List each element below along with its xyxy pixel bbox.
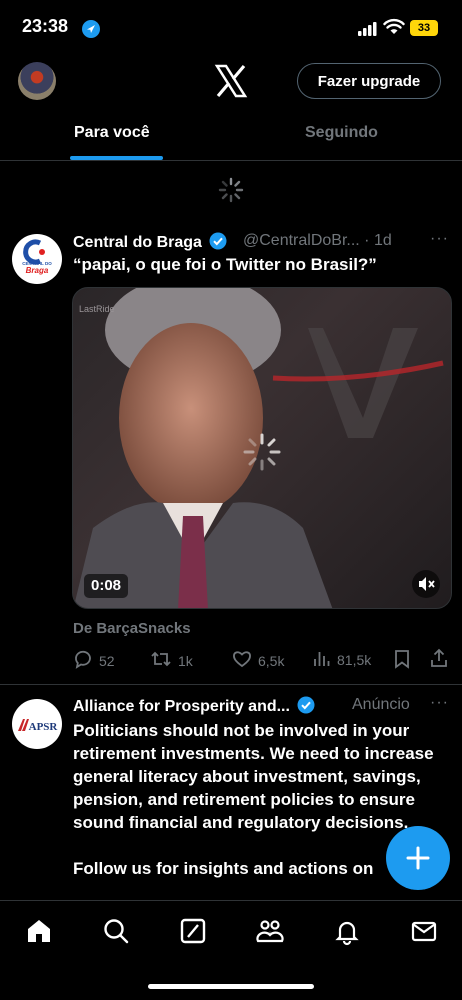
like-button[interactable]: 6,5k <box>232 649 284 672</box>
more-icon[interactable]: ··· <box>430 694 449 712</box>
author-name[interactable]: Central do Braga <box>73 232 227 255</box>
upgrade-button[interactable]: Fazer upgrade <box>297 63 441 99</box>
advertiser-name[interactable]: Alliance for Prosperity and... <box>73 696 315 719</box>
wifi-icon <box>383 18 405 41</box>
verified-icon <box>297 696 315 719</box>
status-time: 23:38 <box>22 16 69 36</box>
divider <box>0 684 462 685</box>
messages-icon[interactable] <box>409 916 439 946</box>
media-watermark: LastRide <box>79 304 115 314</box>
tab-for-you[interactable]: Para você <box>74 124 150 142</box>
more-icon[interactable]: ··· <box>430 230 449 248</box>
views-icon <box>313 649 331 670</box>
views-button[interactable]: 81,5k <box>313 649 371 670</box>
ad-label: Anúncio <box>352 696 410 713</box>
loading-spinner-icon <box>218 177 244 208</box>
compose-icon <box>406 846 430 870</box>
location-arrow-icon <box>82 20 100 38</box>
battery-indicator: 33 <box>410 20 438 36</box>
share-icon[interactable] <box>429 648 449 673</box>
tab-following[interactable]: Seguindo <box>305 124 378 142</box>
reply-icon <box>73 649 93 672</box>
signal-icon <box>358 22 378 41</box>
video-duration: 0:08 <box>84 574 129 598</box>
search-icon[interactable] <box>101 916 131 946</box>
author-handle[interactable]: @CentralDoBr... · 1d <box>243 232 392 250</box>
retweet-icon <box>150 649 172 672</box>
grok-icon[interactable] <box>178 916 208 946</box>
bookmark-icon[interactable] <box>393 649 411 674</box>
tweet-text: “papai, o que foi o Twitter no Brasil?” <box>73 255 377 274</box>
author-avatar[interactable]: CENTRAL DO Braga <box>12 234 62 284</box>
divider <box>0 160 462 161</box>
advertiser-avatar[interactable]: APSR <box>12 699 62 749</box>
retweet-button[interactable]: 1k <box>150 649 193 672</box>
reply-button[interactable]: 52 <box>73 649 115 672</box>
video-media[interactable]: LastRide <box>72 287 452 609</box>
compose-button[interactable] <box>386 826 450 890</box>
home-indicator <box>148 984 314 989</box>
avatar-text-bottom: Braga <box>26 266 49 275</box>
advertiser-avatar-text: APSR <box>29 721 59 733</box>
source-attribution[interactable]: De BarçaSnacks <box>73 620 191 637</box>
notifications-icon[interactable] <box>332 916 362 946</box>
like-icon <box>232 649 252 672</box>
verified-icon <box>209 232 227 255</box>
mute-icon[interactable] <box>412 570 440 598</box>
profile-avatar[interactable] <box>18 62 56 100</box>
communities-icon[interactable] <box>255 916 285 946</box>
x-logo-icon <box>214 64 248 103</box>
home-icon[interactable] <box>24 916 54 946</box>
